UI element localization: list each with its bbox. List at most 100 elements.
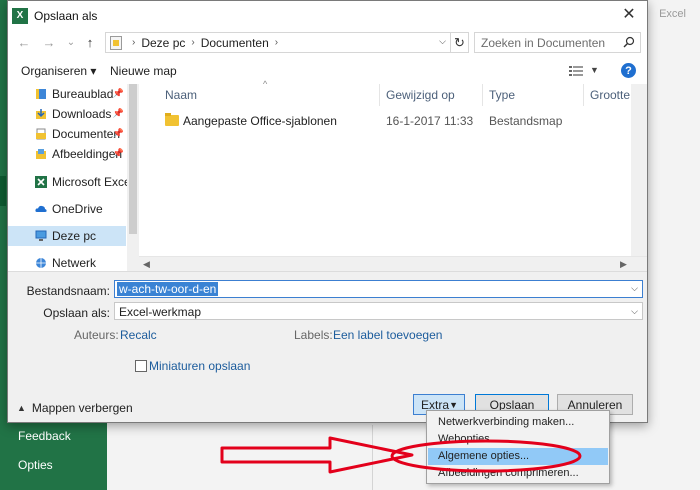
column-header-size[interactable]: Grootte <box>590 88 630 102</box>
view-options-dropdown-icon[interactable]: ▼ <box>590 65 599 75</box>
column-separator[interactable] <box>482 84 483 106</box>
excel-app-label: Excel <box>659 8 686 20</box>
sort-ascending-icon: ^ <box>263 79 268 89</box>
sidebar-item-label: Documenten <box>52 127 121 141</box>
back-arrow-icon[interactable]: ← <box>16 34 32 52</box>
thumbnails-label[interactable]: Miniaturen opslaan <box>149 359 250 373</box>
save-as-dialog: X Opslaan als ✕ ← → ⌄ ↑ › Deze pc › Docu… <box>7 0 648 423</box>
address-dropdown-icon[interactable]: ⌵ <box>439 36 446 47</box>
search-input[interactable]: Zoeken in Documenten <box>474 32 641 53</box>
sidebar-item-documenten[interactable]: Documenten 📌 <box>8 124 126 144</box>
annotation-ellipse <box>390 439 582 473</box>
filename-value: w-ach-tw-oor-d-en <box>117 282 219 296</box>
scroll-left-icon[interactable]: ◀ <box>143 259 150 270</box>
column-header-type[interactable]: Type <box>489 88 515 102</box>
close-button[interactable]: ✕ <box>620 6 638 24</box>
filename-label: Bestandsnaam: <box>26 284 110 298</box>
sidebar-item-onedrive[interactable]: OneDrive <box>8 199 126 219</box>
filename-input[interactable]: w-ach-tw-oor-d-en ⌵ <box>114 280 643 298</box>
sidebar-item-label: OneDrive <box>52 202 103 216</box>
up-arrow-icon[interactable]: ↑ <box>82 34 98 52</box>
sidebar-item-microsoft-excel[interactable]: Microsoft Excel <box>8 172 133 192</box>
table-row[interactable]: Aangepaste Office-sjablonen 16-1-2017 11… <box>139 112 629 130</box>
sidebar-item-label: Bureaublad <box>52 87 114 101</box>
pin-icon[interactable]: 📌 <box>113 88 124 99</box>
address-bar[interactable]: › Deze pc › Documenten › ⌵ <box>105 32 451 53</box>
thumbnails-checkbox[interactable] <box>135 360 147 372</box>
backstage-feedback[interactable]: Feedback <box>18 429 71 443</box>
location-icon <box>110 35 122 50</box>
network-icon <box>36 258 46 268</box>
file-type: Bestandsmap <box>489 114 563 128</box>
file-name: Aangepaste Office-sjablonen <box>183 114 337 128</box>
excel-icon <box>35 176 47 188</box>
organize-button[interactable]: Organiseren ▾ <box>21 64 96 78</box>
file-list-vertical-scrollbar[interactable] <box>631 84 647 256</box>
pin-icon[interactable]: 📌 <box>113 148 124 159</box>
folder-icon <box>165 113 179 126</box>
column-header-modified[interactable]: Gewijzigd op <box>386 88 455 102</box>
breadcrumb-separator-icon[interactable]: › <box>132 37 135 48</box>
navigation-scrollbar-thumb[interactable] <box>129 84 137 234</box>
command-toolbar: Organiseren ▾ Nieuwe map ▼ ? <box>8 59 647 83</box>
new-folder-button[interactable]: Nieuwe map <box>110 64 177 78</box>
sidebar-item-label: Microsoft Excel <box>52 175 134 189</box>
recent-locations-icon[interactable]: ⌄ <box>63 34 79 52</box>
file-modified: 16-1-2017 11:33 <box>386 114 474 128</box>
breadcrumb-separator-icon[interactable]: › <box>191 37 194 48</box>
desktop-icon <box>36 89 46 99</box>
view-details-icon[interactable] <box>569 65 583 77</box>
filetype-select[interactable]: Excel-werkmap ⌵ <box>114 302 643 320</box>
sidebar-item-deze-pc[interactable]: Deze pc <box>8 226 126 246</box>
breadcrumb-deze-pc[interactable]: Deze pc <box>141 36 185 50</box>
search-icon[interactable] <box>623 36 635 48</box>
scroll-right-icon[interactable]: ▶ <box>620 259 627 270</box>
file-list: ^ Naam Gewijzigd op Type Grootte Aangepa… <box>139 79 647 271</box>
labels-label: Labels: <box>294 328 333 342</box>
chevron-down-icon: ▼ <box>449 400 458 410</box>
menu-item-network-drive[interactable]: Netwerkverbinding maken... <box>428 414 608 431</box>
refresh-icon[interactable]: ↻ <box>451 32 469 53</box>
save-options-area: Bestandsnaam: w-ach-tw-oor-d-en ⌵ Opslaa… <box>8 271 647 422</box>
authors-label: Auteurs: <box>74 328 119 342</box>
navigation-scrollbar[interactable] <box>127 84 139 271</box>
hide-folders-label: Mappen verbergen <box>31 401 133 415</box>
sidebar-item-label: Downloads <box>52 107 112 121</box>
pin-icon[interactable]: 📌 <box>113 128 124 139</box>
file-list-horizontal-scrollbar[interactable]: ◀ ▶ <box>139 256 647 271</box>
documents-icon <box>36 128 46 140</box>
breadcrumb-documenten[interactable]: Documenten <box>201 36 269 50</box>
download-icon <box>36 109 46 119</box>
sidebar-item-label: Netwerk <box>52 256 97 270</box>
navigation-row: ← → ⌄ ↑ › Deze pc › Documenten › ⌵ ↻ Zoe… <box>8 30 647 56</box>
filetype-dropdown-icon[interactable]: ⌵ <box>631 306 638 317</box>
forward-arrow-icon[interactable]: → <box>41 34 57 52</box>
filetype-label: Opslaan als: <box>43 306 110 320</box>
column-separator[interactable] <box>583 84 584 106</box>
sidebar-item-label: Deze pc <box>52 229 97 243</box>
column-header-name[interactable]: Naam <box>165 88 197 102</box>
sidebar-item-bureaublad[interactable]: Bureaublad 📌 <box>8 84 126 104</box>
pin-icon[interactable]: 📌 <box>113 108 124 119</box>
cloud-icon <box>35 205 47 212</box>
sidebar-item-netwerk[interactable]: Netwerk <box>8 253 126 273</box>
add-label-link[interactable]: Een label toevoegen <box>333 328 442 342</box>
dialog-title: Opslaan als <box>34 8 98 23</box>
filename-dropdown-icon[interactable]: ⌵ <box>631 283 638 294</box>
pictures-icon <box>36 149 46 159</box>
sidebar-item-downloads[interactable]: Downloads 📌 <box>8 104 126 124</box>
backstage-options[interactable]: Opties <box>18 458 53 472</box>
search-placeholder: Zoeken in Documenten <box>481 35 606 50</box>
breadcrumb-separator-icon[interactable]: › <box>275 37 278 48</box>
hide-folders-toggle[interactable]: ▲ Mappen verbergen <box>17 401 133 415</box>
help-icon[interactable]: ? <box>621 63 636 78</box>
sidebar-item-afbeeldingen[interactable]: Afbeeldingen 📌 <box>8 144 126 164</box>
sidebar-item-label: Afbeeldingen <box>52 147 123 161</box>
authors-value[interactable]: Recalc <box>120 328 157 342</box>
computer-icon <box>35 230 47 241</box>
column-separator[interactable] <box>379 84 380 106</box>
dialog-titlebar[interactable]: X Opslaan als ✕ <box>8 1 647 30</box>
excel-app-icon: X <box>12 7 28 24</box>
chevron-up-icon: ▲ <box>17 403 26 413</box>
navigation-pane: Bureaublad 📌 Downloads 📌 Documenten 📌 Af… <box>8 84 139 271</box>
